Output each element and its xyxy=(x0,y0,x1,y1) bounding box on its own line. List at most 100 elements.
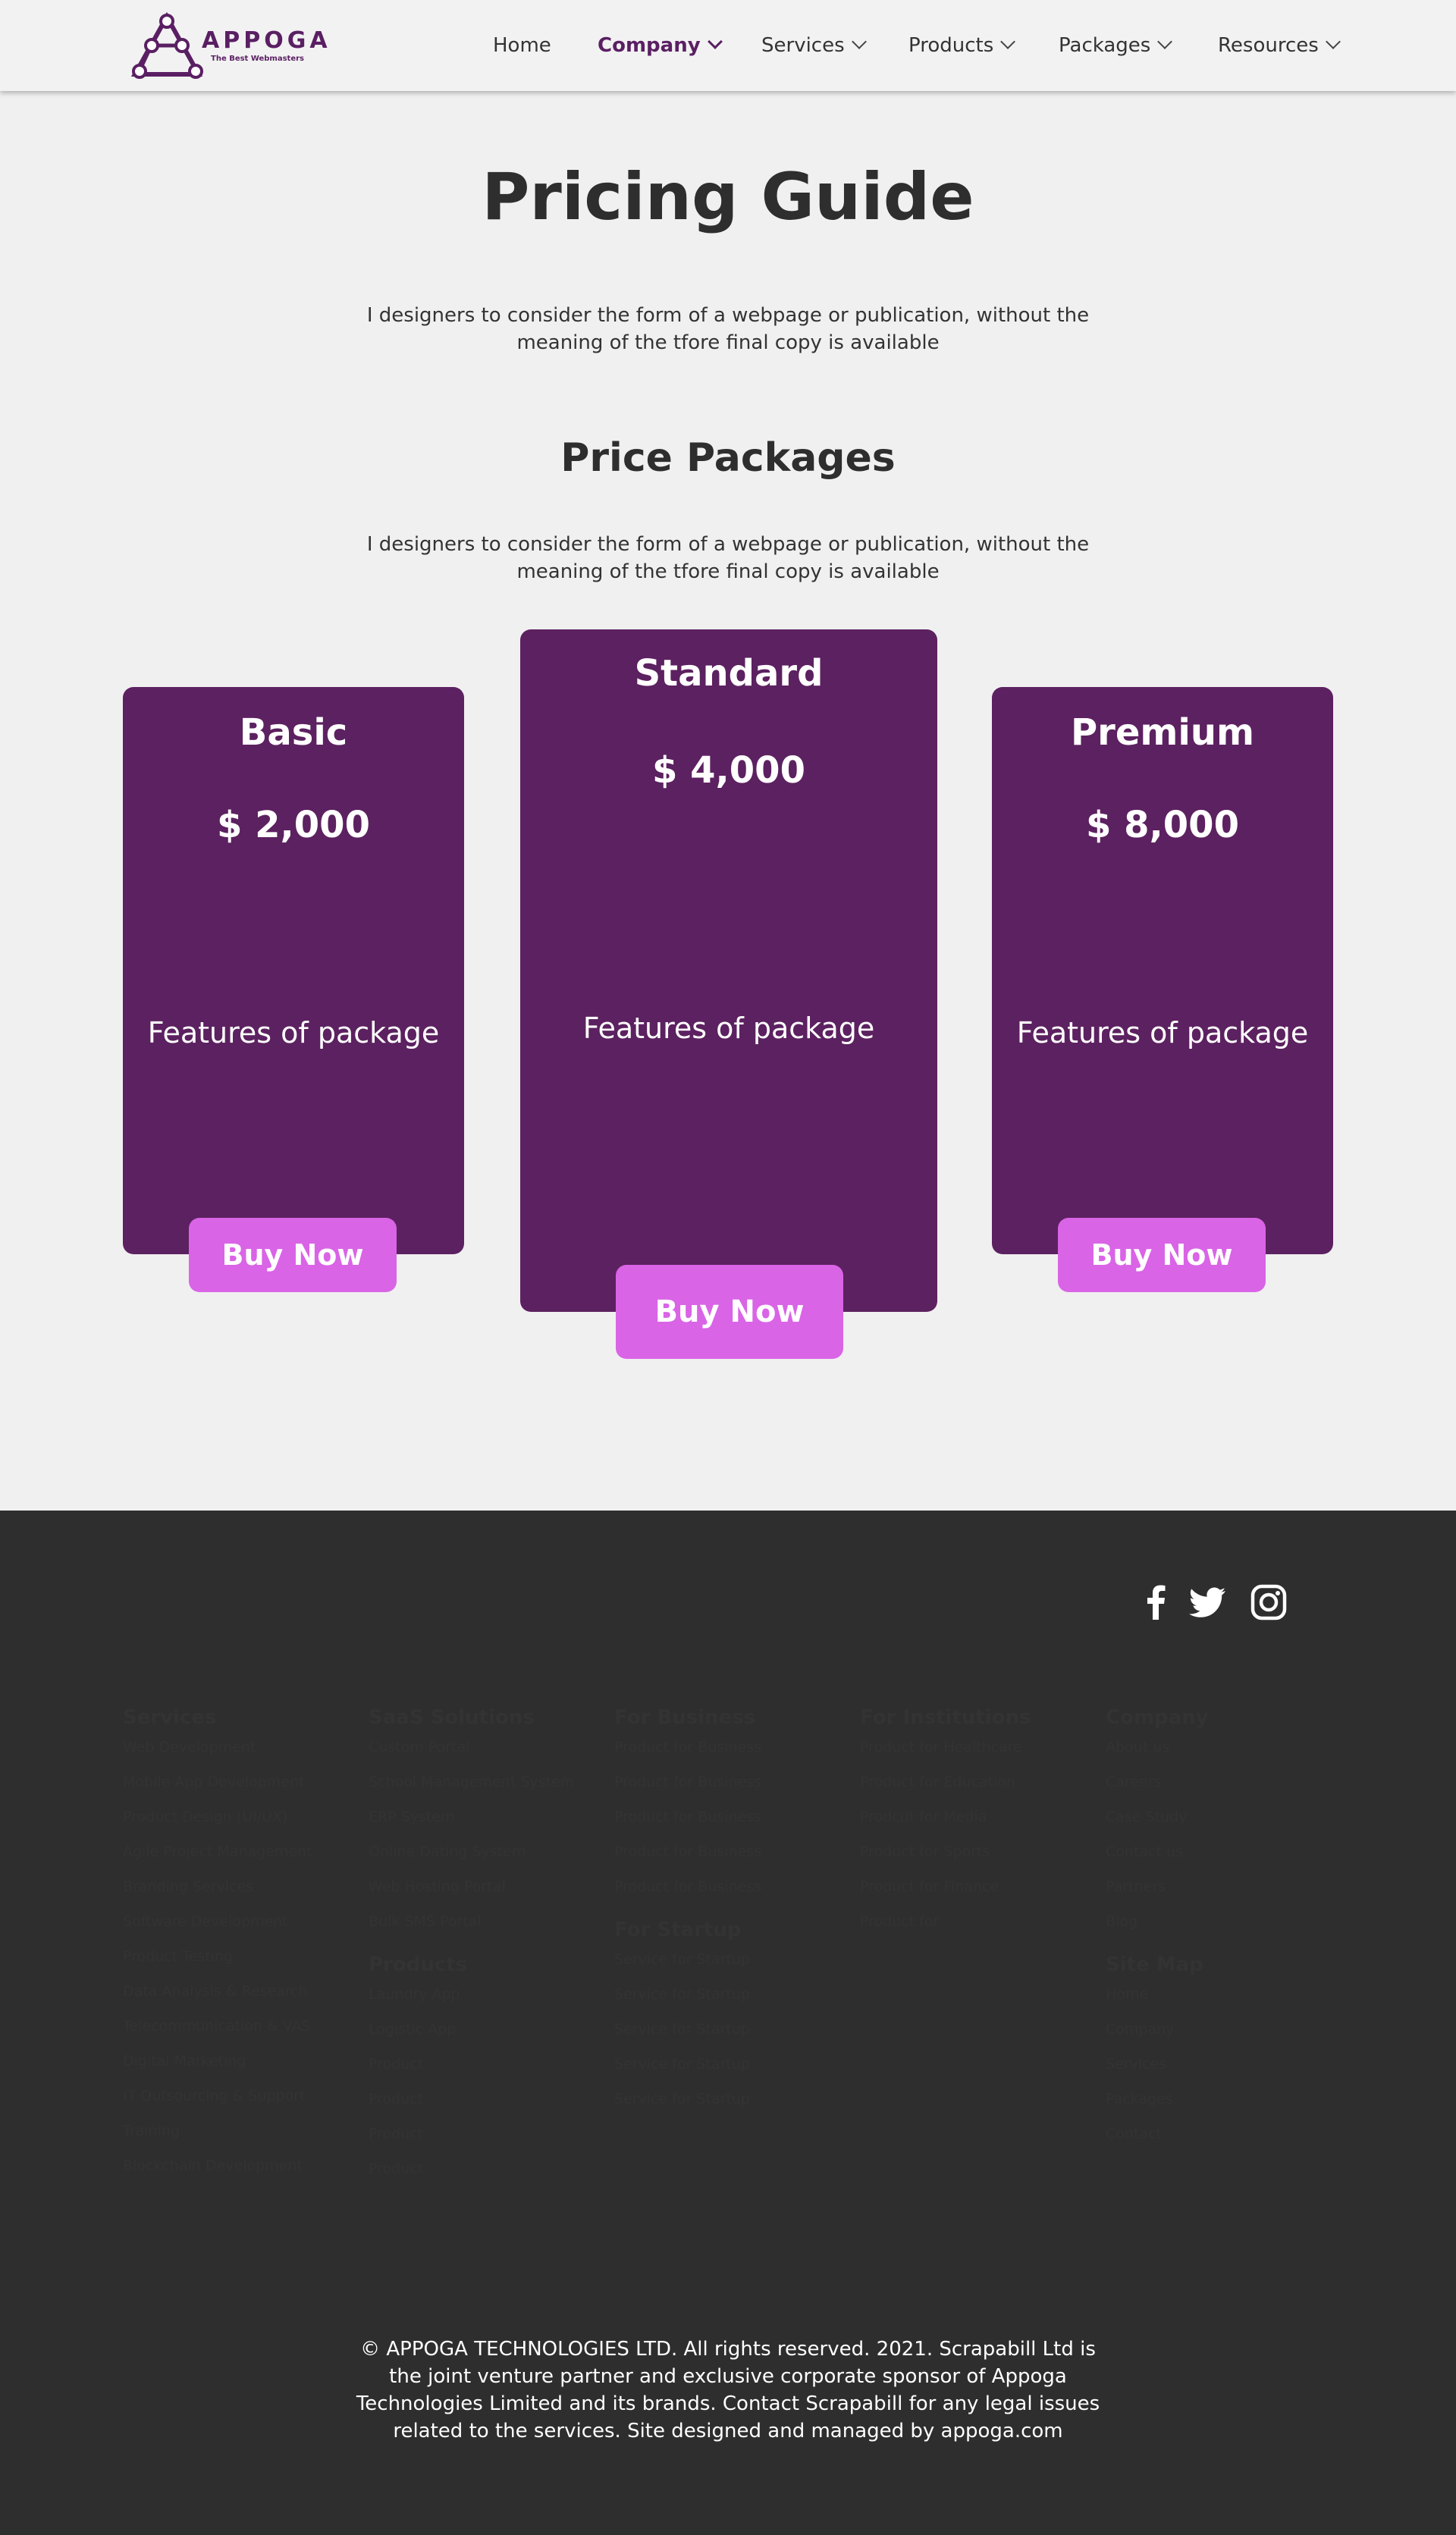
footer-link[interactable]: Software Development xyxy=(123,1914,312,1949)
footer-link[interactable]: Bulk SMS Portal xyxy=(369,1914,574,1949)
footer-link[interactable]: Product for Business xyxy=(614,1879,761,1914)
package-name: Standard xyxy=(634,652,824,695)
buy-now-button-premium[interactable]: Buy Now xyxy=(1058,1218,1266,1292)
footer-link[interactable]: Packages xyxy=(1106,2091,1209,2126)
footer-col-institutions: For Institutions Product for Healthcare … xyxy=(860,1706,1031,1949)
footer-link[interactable]: Service for Startup xyxy=(614,2022,761,2057)
footer-link[interactable]: Data Analysis & Research xyxy=(123,1984,312,2019)
nav-home[interactable]: Home xyxy=(493,30,551,61)
nav-packages[interactable]: Packages xyxy=(1059,30,1173,61)
footer-link[interactable]: Prodcut for Media xyxy=(860,1809,1031,1844)
footer-link[interactable]: Service for Startup xyxy=(614,2091,761,2126)
chevron-down-icon xyxy=(1325,34,1341,49)
site-header: APPOGA The Best Webmasters Home Company … xyxy=(0,0,1456,91)
footer-link[interactable]: Telecommunication & VAS xyxy=(123,2019,312,2053)
footer-link[interactable]: Services xyxy=(1106,2057,1209,2091)
twitter-icon[interactable] xyxy=(1189,1583,1227,1621)
footer-link[interactable]: Home xyxy=(1106,1987,1209,2022)
footer-link[interactable]: Online Dating System xyxy=(369,1844,574,1879)
nav-label: Company xyxy=(598,34,701,57)
nav-label: Home xyxy=(493,34,551,57)
nav-services[interactable]: Services xyxy=(761,30,867,61)
chevron-down-icon xyxy=(1000,34,1016,49)
footer-link[interactable]: Partners xyxy=(1106,1879,1209,1914)
footer-col-company: Company About us Careers Case Study Cont… xyxy=(1106,1706,1209,2161)
footer-link[interactable]: Product Testing xyxy=(123,1949,312,1984)
nav-label: Packages xyxy=(1059,34,1151,57)
footer-link[interactable]: Product for Sports xyxy=(860,1844,1031,1879)
footer-link[interactable]: School Management System xyxy=(369,1774,574,1809)
nav-resources[interactable]: Resources xyxy=(1218,30,1341,61)
package-card-basic: Basic $ 2,000 Features of package xyxy=(123,687,464,1254)
logo-name: APPOGA xyxy=(202,27,331,54)
footer-col-services: Services Web Development Mobile App Deve… xyxy=(123,1706,312,2193)
footer-link[interactable]: Contact xyxy=(1106,2126,1209,2161)
footer-link[interactable]: Careers xyxy=(1106,1774,1209,1809)
footer-link[interactable]: Product Design (UI/UX) xyxy=(123,1809,312,1844)
facebook-icon[interactable] xyxy=(1138,1583,1175,1621)
footer-heading: Products xyxy=(369,1953,468,1976)
footer-link[interactable]: Mobile App Development xyxy=(123,1774,312,1809)
footer-heading: Services xyxy=(123,1706,217,1729)
footer-link[interactable]: Product for Business xyxy=(614,1774,761,1809)
footer-link[interactable]: Digital Marketing xyxy=(123,2053,312,2088)
footer-link[interactable]: Company xyxy=(1106,2022,1209,2057)
footer-link[interactable]: Case Study xyxy=(1106,1809,1209,1844)
footer-link[interactable]: Service for Startup xyxy=(614,1987,761,2022)
package-name: Premium xyxy=(1070,711,1255,754)
nav-label: Products xyxy=(908,34,994,57)
footer-link[interactable]: Product for xyxy=(860,1914,1031,1949)
footer-link[interactable]: Blog xyxy=(1106,1914,1209,1949)
package-price: $ 8,000 xyxy=(1086,804,1239,846)
package-card-standard: Standard $ 4,000 Features of package xyxy=(520,629,937,1312)
footer-link[interactable]: Web Hosting Portal xyxy=(369,1879,574,1914)
footer-link[interactable]: Agile Project Management xyxy=(123,1844,312,1879)
footer-heading: For Institutions xyxy=(860,1706,1031,1729)
footer-link[interactable]: About us xyxy=(1106,1740,1209,1774)
footer-link[interactable]: Service for Startup xyxy=(614,1952,761,1987)
appoga-logo[interactable]: APPOGA The Best Webmasters xyxy=(130,12,328,79)
footer-link[interactable]: Custom Portal xyxy=(369,1740,574,1774)
footer-link[interactable]: Training xyxy=(123,2123,312,2158)
footer-link[interactable]: Logistic App xyxy=(369,2022,574,2057)
logo-mark-icon xyxy=(130,12,203,79)
footer-col-saas: SaaS Solutions Custom Portal School Mana… xyxy=(369,1706,574,2196)
chevron-down-icon xyxy=(851,34,867,49)
footer-link[interactable]: IT Outsourcing & Support xyxy=(123,2088,312,2123)
package-features: Features of package xyxy=(582,1012,875,1045)
logo-tagline: The Best Webmasters xyxy=(211,55,305,63)
footer-link[interactable]: Laundry App xyxy=(369,1987,574,2022)
footer-link[interactable]: ERP System xyxy=(369,1809,574,1844)
nav-products[interactable]: Products xyxy=(908,30,1016,61)
intro-text: I designers to consider the form of a we… xyxy=(366,304,1090,354)
footer-link[interactable]: Product xyxy=(369,2161,574,2196)
footer-link[interactable]: Product for Healthcare xyxy=(860,1740,1031,1774)
footer-heading: Site Map xyxy=(1106,1953,1203,1976)
footer-link[interactable]: Product for Education xyxy=(860,1774,1031,1809)
footer-link[interactable]: Product xyxy=(369,2126,574,2161)
footer-heading: For Startup xyxy=(614,1919,742,1941)
footer-heading: For Business xyxy=(614,1706,756,1729)
chevron-down-icon xyxy=(707,34,723,49)
footer-link[interactable]: Contact us xyxy=(1106,1844,1209,1879)
footer-link[interactable]: Product for Finance xyxy=(860,1879,1031,1914)
footer-link[interactable]: Branding Services xyxy=(123,1879,312,1914)
instagram-icon[interactable] xyxy=(1250,1583,1288,1621)
footer-link[interactable]: Product xyxy=(369,2091,574,2126)
package-price: $ 4,000 xyxy=(652,749,805,792)
footer-link[interactable]: Blockchain Development xyxy=(123,2158,312,2193)
nav-label: Resources xyxy=(1218,34,1319,57)
package-features: Features of package xyxy=(147,1016,440,1049)
package-name: Basic xyxy=(239,711,348,754)
footer-link[interactable]: Product for Business xyxy=(614,1740,761,1774)
package-features: Features of package xyxy=(1016,1016,1309,1049)
buy-now-button-basic[interactable]: Buy Now xyxy=(189,1218,397,1292)
footer-link[interactable]: Product for Business xyxy=(614,1809,761,1844)
footer-col-business: For Business Product for Business Produc… xyxy=(614,1706,761,2126)
nav-company[interactable]: Company xyxy=(598,30,723,61)
footer-link[interactable]: Web Development xyxy=(123,1740,312,1774)
buy-now-button-standard[interactable]: Buy Now xyxy=(616,1265,843,1359)
footer-link[interactable]: Service for Startup xyxy=(614,2057,761,2091)
footer-link[interactable]: Product xyxy=(369,2057,574,2091)
footer-link[interactable]: Product for Business xyxy=(614,1844,761,1879)
